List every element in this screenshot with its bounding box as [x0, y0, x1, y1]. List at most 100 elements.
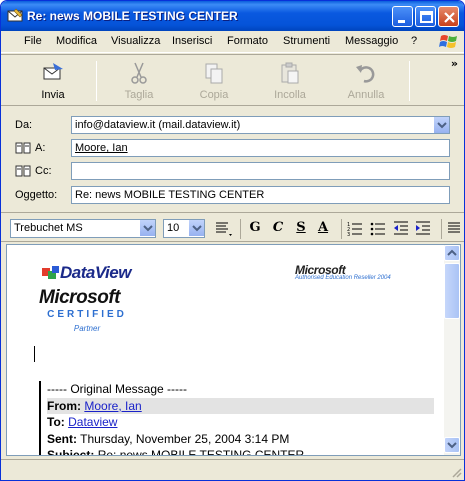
mail-compose-icon [7, 8, 23, 22]
quote-to-label: To: [47, 415, 65, 429]
send-label: Invia [41, 89, 65, 101]
send-icon [43, 63, 63, 80]
windows-logo-icon [439, 35, 457, 48]
toolbar-separator [409, 61, 410, 101]
menu-tools[interactable]: Strumenti [283, 35, 330, 47]
paste-label: Incolla [274, 89, 306, 101]
menu-format[interactable]: Formato [227, 35, 268, 47]
dataview-logo-text: DataView [60, 263, 131, 282]
underline-button[interactable]: S [291, 220, 311, 238]
chevron-down-icon [192, 225, 202, 232]
bullet-list-icon[interactable] [370, 220, 386, 236]
increase-indent-icon[interactable] [415, 220, 431, 236]
maximize-icon [420, 11, 433, 23]
from-label: Da: [15, 119, 33, 131]
font-size-value: 10 [167, 222, 180, 234]
subject-value: Re: news MOBILE TESTING CENTER [75, 189, 265, 201]
numbered-list-icon[interactable]: 123 [347, 220, 363, 236]
scroll-up-button[interactable] [444, 245, 460, 261]
certified-text: CERTIFIED [47, 309, 127, 320]
chevron-down-icon [143, 225, 153, 232]
undo-button[interactable]: Annulla [338, 57, 394, 103]
from-combobox[interactable]: info@dataview.it (mail.dataview.it) [71, 116, 450, 134]
cut-label: Taglia [124, 89, 154, 101]
quoted-original-message: ----- Original Message ----- From: Moore… [39, 381, 434, 456]
align-left-icon[interactable] [447, 220, 461, 236]
quote-sent-value: Thursday, November 25, 2004 3:14 PM [80, 431, 290, 446]
quote-from-label: From: [47, 398, 81, 413]
bold-button[interactable]: G [245, 220, 265, 238]
size-dropdown-button[interactable] [188, 220, 204, 236]
font-dropdown-button[interactable] [139, 220, 155, 236]
main-toolbar: Invia Taglia Copia Incolla Annulla » [1, 54, 464, 106]
format-separator [341, 219, 342, 239]
scissors-icon [131, 62, 147, 84]
to-recipient[interactable]: Moore, Ian [75, 142, 128, 154]
menu-insert[interactable]: Inserisci [172, 35, 212, 47]
window-title: Re: news MOBILE TESTING CENTER [27, 9, 238, 23]
to-field[interactable]: Moore, Ian [71, 139, 450, 157]
scroll-down-button[interactable] [444, 437, 460, 453]
from-value: info@dataview.it (mail.dataview.it) [75, 119, 241, 131]
from-dropdown-button[interactable] [433, 117, 449, 133]
font-color-button[interactable]: A [313, 220, 333, 238]
quote-sent-label: Sent: [47, 431, 77, 446]
resize-grip-icon[interactable] [450, 466, 462, 478]
paragraph-style-icon[interactable] [214, 220, 236, 238]
copy-button[interactable]: Copia [186, 57, 242, 103]
copy-icon [205, 63, 223, 84]
toolbar-separator [96, 61, 97, 101]
scroll-thumb[interactable] [444, 263, 460, 319]
close-button[interactable] [438, 6, 459, 27]
quote-subject-value: Re: news MOBILE TESTING CENTER [97, 448, 305, 456]
close-icon [444, 12, 455, 23]
to-label: A: [35, 142, 46, 154]
quote-from-line: From: Moore, Ian [47, 397, 434, 414]
quote-to-link[interactable]: Dataview [68, 415, 117, 429]
quote-to-line: To: Dataview [47, 414, 434, 431]
menu-file[interactable]: File [24, 35, 42, 47]
microsoft-logo-text: Microsoft [39, 287, 121, 308]
cc-field[interactable] [71, 162, 450, 180]
minimize-button[interactable] [392, 6, 413, 27]
text-cursor [34, 346, 35, 362]
vertical-scrollbar[interactable] [444, 245, 460, 455]
message-body[interactable]: DataView Microsoft CERTIFIED Partner Mic… [6, 244, 461, 456]
original-message-header: ----- Original Message ----- [47, 382, 188, 396]
menu-bar: File Modifica Visualizza Inserisci Forma… [1, 31, 464, 53]
paste-icon [281, 62, 299, 84]
quote-from-link[interactable]: Moore, Ian [84, 399, 141, 413]
title-bar[interactable]: Re: news MOBILE TESTING CENTER [1, 1, 464, 31]
compose-window: Re: news MOBILE TESTING CENTER File Modi… [0, 0, 465, 481]
font-size-select[interactable]: 10 [163, 219, 205, 238]
chevron-up-icon [447, 249, 457, 256]
toolbar-more-chevron[interactable]: » [451, 57, 458, 70]
send-button[interactable]: Invia [25, 57, 81, 103]
cc-label: Cc: [35, 165, 52, 177]
address-book-icon[interactable] [15, 142, 31, 154]
italic-button[interactable]: C [268, 220, 288, 238]
menu-edit[interactable]: Modifica [56, 35, 97, 47]
format-separator [240, 219, 241, 239]
address-book-icon[interactable] [15, 165, 31, 177]
cut-button[interactable]: Taglia [111, 57, 167, 103]
quote-sent-line: Sent: Thursday, November 25, 2004 3:14 P… [47, 431, 434, 448]
subject-field[interactable]: Re: news MOBILE TESTING CENTER [71, 186, 450, 204]
menu-message[interactable]: Messaggio [345, 35, 398, 47]
quote-subject-label: Subject: [47, 448, 95, 456]
subject-label: Oggetto: [15, 189, 58, 201]
menu-help[interactable]: ? [411, 35, 417, 47]
format-toolbar: Trebuchet MS 10 G C S A 123 [1, 212, 464, 242]
maximize-button[interactable] [415, 6, 436, 27]
paste-button[interactable]: Incolla [262, 57, 318, 103]
minimize-icon [398, 20, 405, 23]
font-select[interactable]: Trebuchet MS [10, 219, 156, 238]
status-bar [1, 459, 464, 480]
undo-label: Annulla [347, 89, 385, 101]
svg-text:3: 3 [347, 232, 350, 236]
menu-view[interactable]: Visualizza [111, 35, 160, 47]
decrease-indent-icon[interactable] [393, 220, 409, 236]
copy-label: Copia [199, 89, 229, 101]
undo-icon [356, 65, 375, 83]
chevron-down-icon [437, 122, 447, 129]
